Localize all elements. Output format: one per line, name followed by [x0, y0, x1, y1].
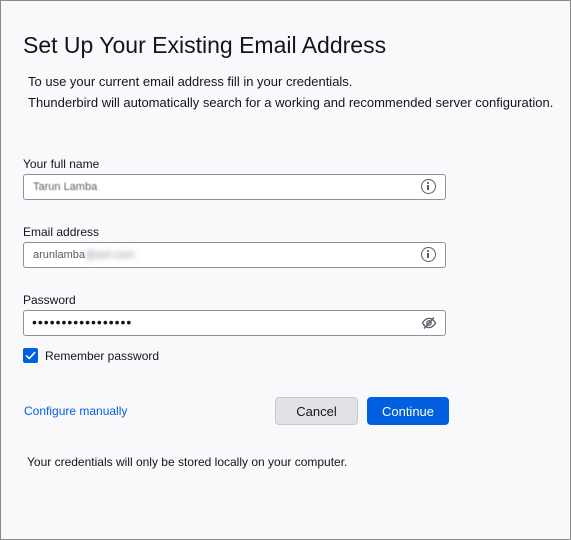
- remember-password-checkbox[interactable]: [23, 348, 38, 363]
- intro-line-2: Thunderbird will automatically search fo…: [28, 95, 554, 110]
- account-setup-dialog: Set Up Your Existing Email Address To us…: [0, 0, 571, 540]
- full-name-label: Your full name: [23, 157, 100, 171]
- email-value: arunlamba@aol.com: [33, 249, 135, 261]
- password-masked-value: •••••••••••••••••: [32, 314, 133, 330]
- intro-text: To use your current email address fill i…: [28, 71, 553, 113]
- email-input[interactable]: arunlamba@aol.com: [23, 242, 446, 268]
- email-label: Email address: [23, 225, 100, 239]
- cancel-button[interactable]: Cancel: [275, 397, 358, 425]
- info-icon[interactable]: [421, 247, 436, 262]
- checkmark-icon: [25, 351, 36, 360]
- info-icon[interactable]: [421, 179, 436, 194]
- password-label: Password: [23, 293, 76, 307]
- intro-line-1: To use your current email address fill i…: [28, 74, 353, 89]
- email-value-visible: arunlamba: [33, 249, 85, 261]
- configure-manually-link[interactable]: Configure manually: [24, 404, 127, 418]
- full-name-input[interactable]: Tarun Lamba: [23, 174, 446, 200]
- dialog-title: Set Up Your Existing Email Address: [23, 32, 387, 58]
- email-value-obscured: @aol.com: [84, 249, 135, 261]
- full-name-value: Tarun Lamba: [33, 181, 98, 193]
- continue-button[interactable]: Continue: [367, 397, 449, 425]
- remember-password-label[interactable]: Remember password: [45, 349, 159, 363]
- password-input[interactable]: •••••••••••••••••: [23, 310, 446, 336]
- credentials-note: Your credentials will only be stored loc…: [27, 455, 348, 469]
- eye-slash-icon[interactable]: [421, 316, 437, 330]
